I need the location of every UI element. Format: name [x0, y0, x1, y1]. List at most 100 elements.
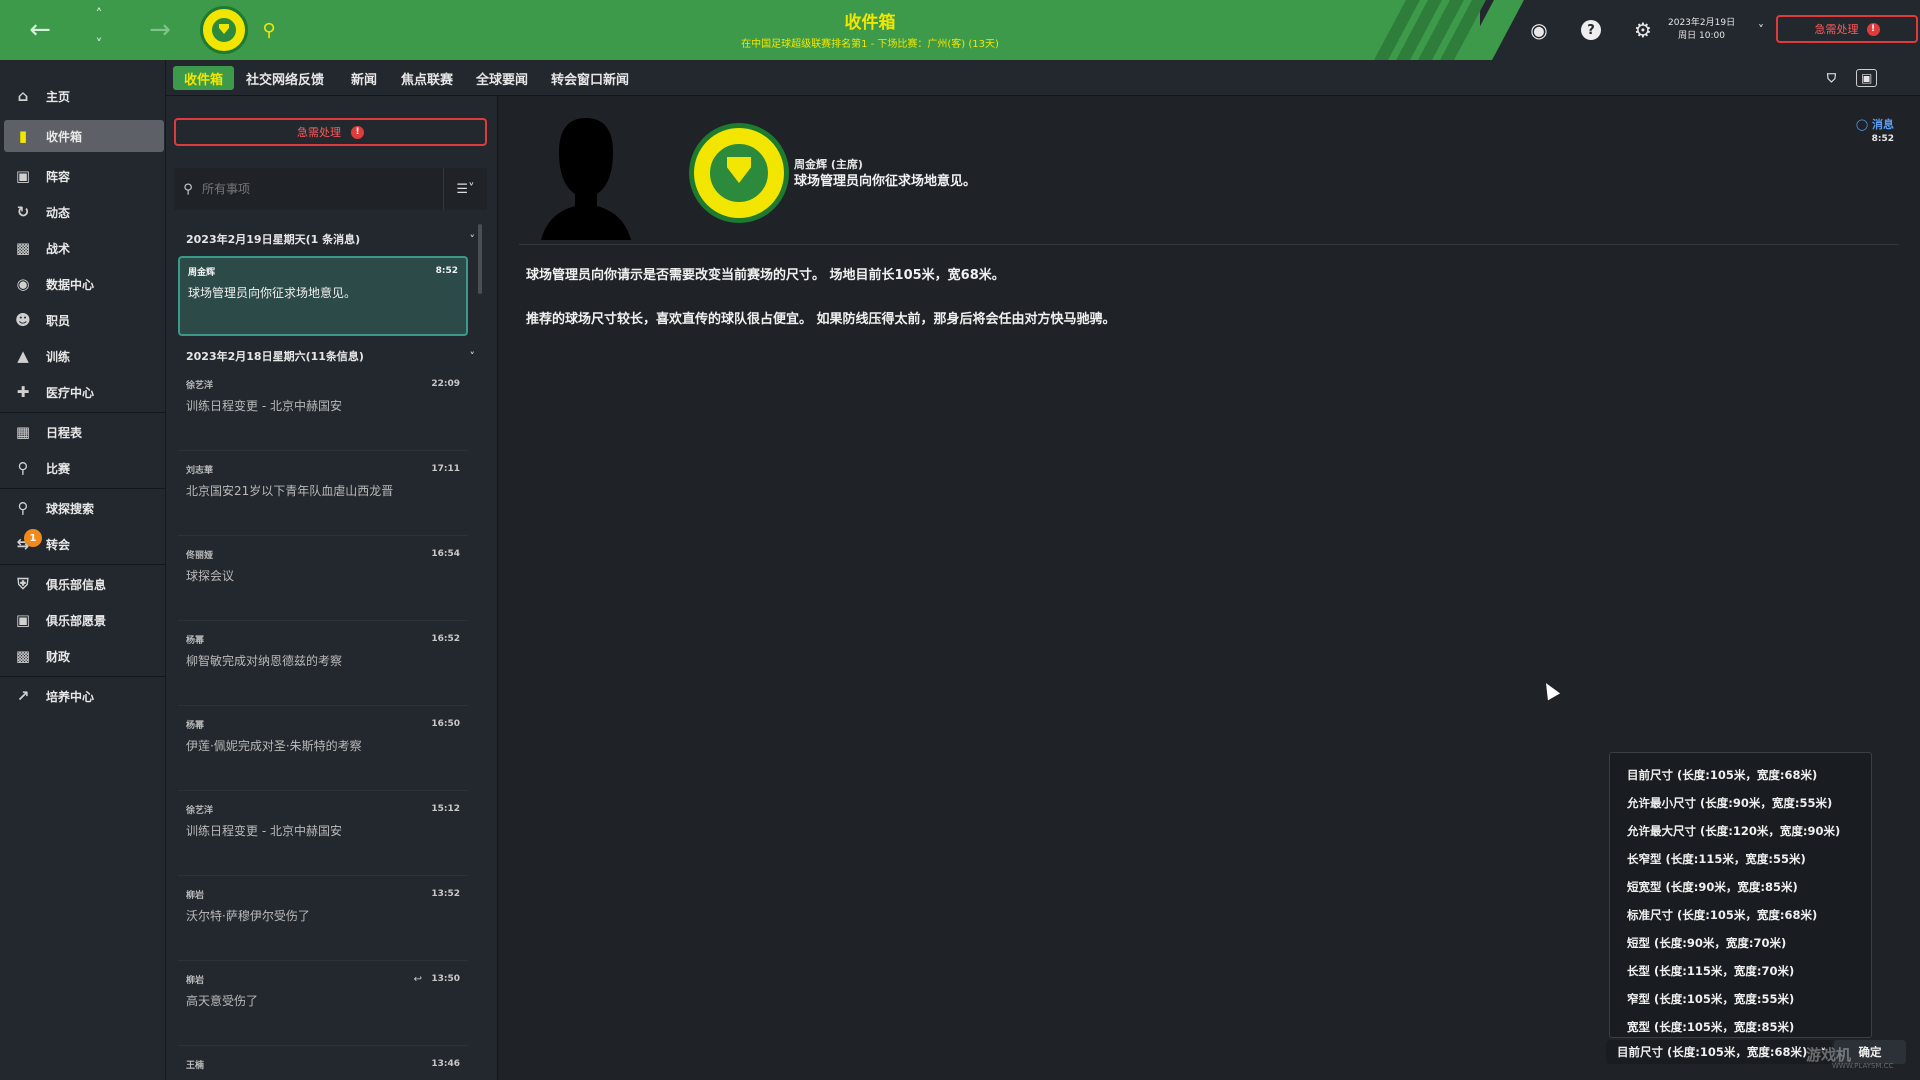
- inbox-tab-bar: 收件箱 社交网络反馈 新闻 焦点联赛 全球要闻 转会窗口新闻 ⛉ ▣: [166, 60, 1920, 96]
- down-chevron-icon[interactable]: ˅: [88, 30, 110, 60]
- message-item[interactable]: 刘志華 17:11 北京国安21岁以下青年队血虐山西龙晋: [178, 456, 468, 536]
- message-item[interactable]: 徐艺洋 22:09 训练日程变更 - 北京中赫国安: [178, 371, 468, 451]
- time-line: 周日 10:00: [1678, 31, 1725, 41]
- home-icon: ⌂: [17, 87, 29, 105]
- up-chevron-icon[interactable]: ˄: [88, 0, 110, 30]
- message-subject: 北京国安21岁以下青年队血虐山西龙晋: [186, 484, 394, 498]
- message-time: 8:52: [1871, 134, 1894, 144]
- back-arrow-icon[interactable]: ←: [20, 0, 60, 60]
- screen-mode-icon[interactable]: ▣: [1856, 69, 1878, 87]
- pitch-option[interactable]: 长窄型 (长度:115米，宽度:55米): [1610, 845, 1871, 873]
- alert-icon: !: [1866, 22, 1880, 36]
- pitch-option[interactable]: 目前尺寸 (长度:105米，宽度:68米): [1610, 761, 1871, 789]
- message-body-paragraph: 推荐的球场尺寸较长，喜欢直传的球队很占便宜。 如果防线压得太前，那身后将会任由对…: [526, 312, 1116, 327]
- help-icon[interactable]: ?: [1576, 15, 1606, 45]
- message-subject: 球探会议: [186, 569, 235, 583]
- message-item[interactable]: 徐艺洋 15:12 训练日程变更 - 北京中赫国安: [178, 796, 468, 876]
- message-tag-label: 消息: [1872, 118, 1894, 131]
- message-item-selected[interactable]: 周金辉 8:52 球场管理员向你征求场地意见。: [178, 256, 468, 336]
- sidebar-item-club-info[interactable]: ⛨ 俱乐部信息: [4, 568, 164, 600]
- inbox-icon: ▮: [18, 127, 28, 145]
- alert-icon: !: [351, 125, 364, 139]
- sidebar-item-medical[interactable]: ✚ 医疗中心: [4, 376, 164, 408]
- message-time: 16:52: [431, 634, 460, 644]
- sidebar-item-dynamics[interactable]: ↻ 动态: [4, 196, 164, 228]
- message-item[interactable]: 杨幂 16:50 伊莲·佩妮完成对圣·朱斯特的考察: [178, 711, 468, 791]
- chevron-down-icon: ˅: [469, 232, 476, 246]
- pitch-option[interactable]: 允许最小尺寸 (长度:90米，宽度:55米): [1610, 789, 1871, 817]
- sidebar-item-squad[interactable]: ▣ 阵容: [4, 160, 164, 192]
- sidebar-item-label: 培养中心: [46, 689, 95, 704]
- scout-search-icon: ⚲: [17, 499, 29, 517]
- message-subject: 柳智敏完成对纳恩德兹的考察: [186, 654, 343, 668]
- club-badge[interactable]: [200, 6, 248, 54]
- pitch-option[interactable]: 短型 (长度:90米，宽度:70米): [1610, 929, 1871, 957]
- sidebar-item-development[interactable]: ↗ 培养中心: [4, 680, 164, 712]
- calendar-icon: ▦: [15, 423, 31, 441]
- message-sender: 杨幂: [186, 636, 205, 646]
- tab-social-feedback[interactable]: 社交网络反馈: [235, 66, 335, 90]
- sidebar-item-club-vision[interactable]: ▣ 俱乐部愿景: [4, 604, 164, 636]
- sidebar-item-finances[interactable]: ▩ 财政: [4, 640, 164, 672]
- pitch-option[interactable]: 长型 (长度:115米，宽度:70米): [1610, 957, 1871, 985]
- pitch-size-select[interactable]: 目前尺寸 (长度:105米，宽度:68米) ˅: [1606, 1040, 1832, 1064]
- tab-world-news[interactable]: 全球要闻: [465, 66, 539, 90]
- globe-icon[interactable]: ◉: [1524, 15, 1554, 45]
- message-sender: 徐艺洋: [186, 806, 214, 816]
- sidebar-item-scouting[interactable]: ⚲ 球探搜索: [4, 492, 164, 524]
- urgent-filter-button[interactable]: 急需处理 !: [174, 118, 487, 146]
- sidebar-item-transfers[interactable]: ⇆ 1 转会: [4, 528, 164, 560]
- pitch-option[interactable]: 窄型 (长度:105米，宽度:55米): [1610, 985, 1871, 1013]
- tab-inbox[interactable]: 收件箱: [173, 66, 235, 90]
- pitch-option[interactable]: 宽型 (长度:105米，宽度:85米): [1610, 1013, 1871, 1041]
- gear-icon[interactable]: ⚙: [1628, 15, 1658, 45]
- person-silhouette-avatar: [541, 118, 631, 240]
- chevron-down-icon[interactable]: ˅: [1746, 15, 1776, 45]
- message-subject: 沃尔特·萨穆伊尔受伤了: [186, 909, 310, 923]
- sidebar-item-staff[interactable]: ☻ 职员: [4, 304, 164, 336]
- divider: [519, 244, 1899, 245]
- tab-news[interactable]: 新闻: [340, 66, 388, 90]
- trophy-icon: ⚲: [17, 459, 29, 477]
- pitch-option[interactable]: 短宽型 (长度:90米，宽度:85米): [1610, 873, 1871, 901]
- page-title: 收件箱: [844, 13, 896, 33]
- message-item[interactable]: 柳岩 13:52 沃尔特·萨穆伊尔受伤了: [178, 881, 468, 961]
- date-line: 2023年2月19日: [1668, 18, 1736, 28]
- urgent-action-button[interactable]: 急需处理 !: [1776, 15, 1918, 43]
- sidebar-item-home[interactable]: ⌂ 主页: [4, 80, 164, 112]
- tab-focus-leagues[interactable]: 焦点联赛: [390, 66, 464, 90]
- message-item[interactable]: 柳岩 ↩ 13:50 高天意受伤了: [178, 966, 468, 1046]
- date-group-header[interactable]: 2023年2月18日星期六(11条信息) ˅: [174, 343, 487, 369]
- message-time: 17:11: [431, 464, 460, 474]
- message-item[interactable]: 佟丽娅 16:54 球探会议: [178, 541, 468, 621]
- sidebar-item-label: 日程表: [46, 425, 83, 440]
- sidebar-divider: [0, 564, 166, 565]
- chevron-down-icon: ˅: [469, 349, 476, 363]
- shirt-icon: ▣: [15, 167, 31, 185]
- pitch-option[interactable]: 标准尺寸 (长度:105米，宽度:68米): [1610, 901, 1871, 929]
- message-item[interactable]: 杨幂 16:52 柳智敏完成对纳恩德兹的考察: [178, 626, 468, 706]
- sidebar-divider: [0, 488, 166, 489]
- sidebar-item-tactics[interactable]: ▩ 战术: [4, 232, 164, 264]
- notification-badge: 1: [24, 529, 42, 547]
- date-group-header[interactable]: 2023年2月19日星期天(1 条消息) ˅: [174, 226, 487, 252]
- filter-menu-icon[interactable]: ☰˅: [443, 168, 487, 210]
- sidebar-item-training[interactable]: ▲ 训练: [4, 340, 164, 372]
- forward-arrow-icon[interactable]: →: [140, 0, 180, 60]
- sidebar-item-competitions[interactable]: ⚲ 比赛: [4, 452, 164, 484]
- sidebar-item-schedule[interactable]: ▦ 日程表: [4, 416, 164, 448]
- search-icon[interactable]: ⚲: [256, 0, 282, 60]
- message-subject: 高天意受伤了: [186, 994, 259, 1008]
- message-sender: 柳岩: [186, 891, 205, 901]
- sidebar-item-label: 俱乐部愿景: [46, 613, 107, 628]
- sidebar-item-data-hub[interactable]: ◉ 数据中心: [4, 268, 164, 300]
- pitch-option[interactable]: 允许最大尺寸 (长度:120米，宽度:90米): [1610, 817, 1871, 845]
- sidebar-item-inbox[interactable]: ▮ 收件箱: [4, 120, 164, 152]
- message-sender: 王楠: [186, 1061, 205, 1071]
- lock-icon[interactable]: ⛉: [1816, 66, 1847, 90]
- data-hub-icon: ◉: [16, 275, 30, 293]
- message-item[interactable]: 王楠 13:46: [178, 1051, 468, 1080]
- inbox-search-input[interactable]: [202, 182, 432, 196]
- list-scrollbar[interactable]: [478, 224, 482, 294]
- tab-transfer-window-news[interactable]: 转会窗口新闻: [540, 66, 640, 90]
